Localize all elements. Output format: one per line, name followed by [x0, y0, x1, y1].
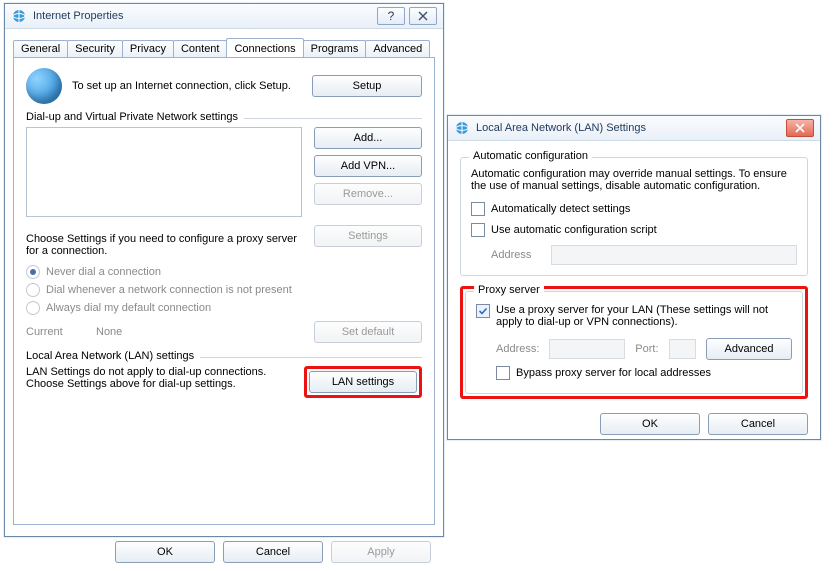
tabstrip: General Security Privacy Content Connect…: [13, 35, 435, 57]
tab-advanced[interactable]: Advanced: [365, 40, 430, 57]
advanced-button[interactable]: Advanced: [706, 338, 792, 360]
dialog-footer: OK Cancel: [448, 399, 820, 443]
add-vpn-button[interactable]: Add VPN...: [314, 155, 422, 177]
radio-always[interactable]: [26, 301, 40, 315]
lan-settings-highlight: LAN settings: [304, 366, 422, 398]
dialup-vpn-legend: Dial-up and Virtual Private Network sett…: [26, 111, 244, 123]
lan-settings-button[interactable]: LAN settings: [309, 371, 417, 393]
auto-script-checkbox[interactable]: [471, 223, 485, 237]
dialup-vpn-group: Dial-up and Virtual Private Network sett…: [26, 118, 422, 343]
remove-button[interactable]: Remove...: [314, 183, 422, 205]
connections-listbox[interactable]: [26, 127, 302, 217]
lan-group: Local Area Network (LAN) settings LAN Se…: [26, 357, 422, 398]
titlebar: Internet Properties ?: [5, 4, 443, 29]
auto-detect-row[interactable]: Automatically detect settings: [471, 202, 630, 216]
radio-never-row[interactable]: Never dial a connection: [26, 265, 422, 279]
current-value: None: [96, 326, 304, 338]
proxy-address-input[interactable]: [549, 339, 625, 359]
auto-address-label: Address: [491, 249, 541, 261]
settings-button[interactable]: Settings: [314, 225, 422, 247]
globe-icon: [26, 68, 62, 104]
setup-button[interactable]: Setup: [312, 75, 422, 97]
radio-always-label: Always dial my default connection: [46, 302, 211, 314]
lan-settings-window: Local Area Network (LAN) Settings Automa…: [447, 115, 821, 440]
radio-always-row[interactable]: Always dial my default connection: [26, 301, 422, 315]
lan-legend: Local Area Network (LAN) settings: [26, 350, 200, 362]
radio-never[interactable]: [26, 265, 40, 279]
tab-general[interactable]: General: [13, 40, 68, 57]
use-proxy-label: Use a proxy server for your LAN (These s…: [496, 304, 792, 328]
setup-row: To set up an Internet connection, click …: [26, 68, 422, 104]
help-button[interactable]: ?: [377, 7, 405, 25]
auto-address-input[interactable]: [551, 245, 797, 265]
internet-options-icon: [454, 120, 470, 136]
current-label: Current: [26, 326, 86, 338]
tab-security[interactable]: Security: [67, 40, 123, 57]
close-button[interactable]: [786, 119, 814, 137]
tab-connections[interactable]: Connections: [226, 38, 303, 57]
set-default-button[interactable]: Set default: [314, 321, 422, 343]
bypass-checkbox[interactable]: [496, 366, 510, 380]
tab-privacy[interactable]: Privacy: [122, 40, 174, 57]
radio-never-label: Never dial a connection: [46, 266, 161, 278]
window-title: Local Area Network (LAN) Settings: [476, 122, 782, 134]
ok-button[interactable]: OK: [600, 413, 700, 435]
tab-content[interactable]: Content: [173, 40, 228, 57]
proxy-legend: Proxy server: [474, 284, 544, 296]
lan-note: LAN Settings do not apply to dial-up con…: [26, 366, 294, 390]
bypass-label: Bypass proxy server for local addresses: [516, 367, 711, 379]
auto-config-note: Automatic configuration may override man…: [471, 168, 797, 192]
add-button[interactable]: Add...: [314, 127, 422, 149]
internet-properties-window: Internet Properties ? General Security P…: [4, 3, 444, 537]
use-proxy-row[interactable]: Use a proxy server for your LAN (These s…: [476, 304, 792, 328]
radio-when-absent-label: Dial whenever a network connection is no…: [46, 284, 292, 296]
auto-detect-label: Automatically detect settings: [491, 203, 630, 215]
auto-detect-checkbox[interactable]: [471, 202, 485, 216]
close-button[interactable]: [409, 7, 437, 25]
internet-options-icon: [11, 8, 27, 24]
tab-programs[interactable]: Programs: [303, 40, 367, 57]
tab-panel-connections: To set up an Internet connection, click …: [13, 57, 435, 525]
auto-config-group: Automatic configuration Automatic config…: [460, 157, 808, 276]
proxy-group: Proxy server Use a proxy server for your…: [465, 291, 803, 394]
setup-text: To set up an Internet connection, click …: [72, 80, 302, 92]
radio-when-absent-row[interactable]: Dial whenever a network connection is no…: [26, 283, 422, 297]
proxy-highlight: Proxy server Use a proxy server for your…: [460, 286, 808, 399]
auto-script-row[interactable]: Use automatic configuration script: [471, 223, 657, 237]
titlebar: Local Area Network (LAN) Settings: [448, 116, 820, 141]
proxy-port-label: Port:: [635, 343, 658, 355]
proxy-address-label: Address:: [496, 343, 539, 355]
proxy-port-input[interactable]: [669, 339, 697, 359]
dialog-footer: OK Cancel Apply: [5, 533, 443, 571]
apply-button[interactable]: Apply: [331, 541, 431, 563]
auto-config-legend: Automatic configuration: [469, 150, 592, 162]
proxy-note: Choose Settings if you need to configure…: [26, 233, 304, 257]
ok-button[interactable]: OK: [115, 541, 215, 563]
auto-script-label: Use automatic configuration script: [491, 224, 657, 236]
cancel-button[interactable]: Cancel: [708, 413, 808, 435]
radio-when-absent[interactable]: [26, 283, 40, 297]
cancel-button[interactable]: Cancel: [223, 541, 323, 563]
window-title: Internet Properties: [33, 10, 373, 22]
use-proxy-checkbox[interactable]: [476, 304, 490, 318]
bypass-row[interactable]: Bypass proxy server for local addresses: [496, 366, 711, 380]
